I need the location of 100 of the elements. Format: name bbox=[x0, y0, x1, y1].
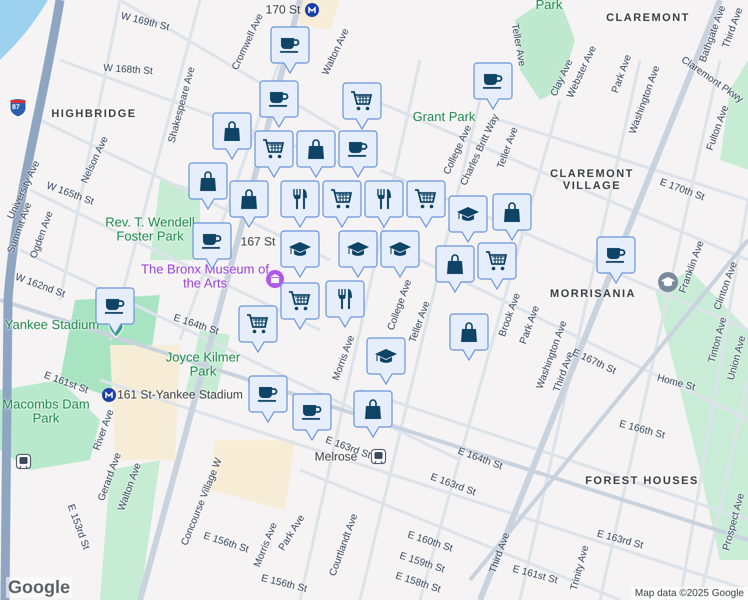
map-marker[interactable] bbox=[259, 80, 299, 128]
park-label: Rev. T. Wendell Foster Park bbox=[104, 216, 196, 244]
street-label: Third Ave bbox=[488, 531, 512, 575]
street-label: River Ave bbox=[92, 408, 116, 452]
graduation-cap-icon bbox=[289, 242, 311, 256]
graduation-cap-icon bbox=[347, 242, 369, 256]
map-marker[interactable] bbox=[435, 245, 475, 293]
station-label: 161 St-Yankee Stadium bbox=[117, 388, 243, 402]
map-marker[interactable] bbox=[338, 230, 378, 278]
park-label: Grant Park bbox=[412, 110, 476, 124]
map-marker[interactable] bbox=[492, 193, 532, 241]
street-label: E 164th St bbox=[456, 446, 504, 472]
fork-knife-icon bbox=[377, 188, 391, 209]
map-marker[interactable] bbox=[473, 62, 513, 110]
map-marker[interactable] bbox=[406, 180, 446, 228]
map-marker[interactable] bbox=[212, 112, 252, 160]
map-marker[interactable] bbox=[449, 313, 489, 361]
subway-icon bbox=[102, 388, 116, 402]
map-marker[interactable] bbox=[380, 230, 420, 278]
street-label: E 164th St bbox=[172, 312, 220, 338]
street-label: Morris Ave bbox=[330, 334, 358, 382]
coffee-cup-icon bbox=[202, 234, 222, 249]
graduation-cap-icon bbox=[375, 349, 397, 363]
map-marker[interactable] bbox=[477, 242, 517, 290]
google-logo[interactable]: Google bbox=[6, 577, 72, 598]
fork-knife-icon bbox=[293, 188, 307, 209]
map-marker[interactable] bbox=[342, 82, 382, 130]
park-label: Yankee Stadium bbox=[4, 318, 100, 332]
map-marker[interactable] bbox=[280, 180, 320, 228]
map-marker[interactable] bbox=[596, 236, 636, 284]
coffee-cup-icon bbox=[105, 299, 124, 314]
river-area bbox=[0, 0, 48, 60]
shopping-bag-icon bbox=[224, 121, 240, 141]
shopping-bag-icon bbox=[447, 254, 463, 274]
street-label: E 163rd St bbox=[596, 528, 644, 552]
map-marker[interactable] bbox=[238, 305, 278, 353]
street-label: Trinity Ave bbox=[568, 544, 592, 592]
street-label: W 169th St bbox=[120, 10, 170, 34]
train-icon bbox=[16, 454, 31, 469]
shopping-cart-icon bbox=[247, 314, 268, 334]
street-label: E 158th St bbox=[394, 570, 442, 596]
street-label: Clinton Ave bbox=[712, 260, 740, 312]
coffee-cup-icon bbox=[606, 248, 626, 263]
street-label: Home St bbox=[656, 372, 696, 394]
museum-label: The Bronx Museum of the Arts bbox=[140, 262, 270, 292]
map-marker[interactable] bbox=[254, 130, 294, 178]
map-marker[interactable] bbox=[270, 26, 310, 74]
street-label: Prospect Ave bbox=[721, 492, 747, 552]
shopping-cart-icon bbox=[331, 189, 352, 208]
map-marker[interactable] bbox=[280, 230, 320, 278]
street-label: E 156th St bbox=[260, 573, 308, 595]
shopping-cart-icon bbox=[486, 251, 508, 270]
shopping-cart-icon bbox=[415, 189, 436, 208]
subway-icon bbox=[305, 3, 319, 17]
shopping-bag-icon bbox=[504, 202, 520, 222]
shopping-bag-icon bbox=[308, 139, 324, 159]
station-label: 167 St bbox=[240, 235, 276, 249]
station-label: 170 St bbox=[266, 3, 300, 17]
map-marker[interactable] bbox=[338, 130, 378, 178]
map-marker[interactable] bbox=[364, 180, 404, 228]
neighborhood-label: CLAREMONT bbox=[606, 12, 690, 24]
shopping-cart-icon bbox=[263, 139, 284, 158]
park-label: Joyce Kilmer Park bbox=[164, 350, 242, 380]
shopping-bag-icon bbox=[365, 399, 381, 419]
graduation-cap-icon bbox=[457, 207, 479, 221]
shopping-cart-icon bbox=[351, 91, 372, 110]
street-label: E 163rd St bbox=[428, 472, 478, 498]
map-marker[interactable] bbox=[325, 280, 365, 328]
street-label: Ogden Ave bbox=[28, 210, 56, 260]
street-label: E 170th St bbox=[658, 176, 706, 204]
map-marker[interactable] bbox=[248, 375, 288, 423]
map-marker[interactable] bbox=[322, 180, 362, 228]
neighborhood-label: FOREST HOUSES bbox=[585, 474, 699, 488]
map-data-credit: Map data ©2025 Google bbox=[630, 587, 748, 600]
map-marker[interactable] bbox=[448, 195, 488, 243]
map-marker[interactable] bbox=[296, 130, 336, 178]
street-label: E 161st St bbox=[511, 564, 559, 586]
neighborhood-label: MORRISANIA bbox=[550, 288, 636, 300]
map-marker[interactable] bbox=[280, 282, 320, 330]
map-marker[interactable] bbox=[353, 390, 393, 438]
street-label: W 168th St bbox=[102, 62, 154, 78]
train-icon bbox=[371, 449, 386, 464]
street-label: Park Ave bbox=[610, 53, 634, 95]
map-marker[interactable] bbox=[366, 337, 406, 385]
street-label: Teller Ave bbox=[508, 22, 528, 68]
park-label: Macombs Dam Park bbox=[1, 398, 91, 426]
coffee-cup-icon bbox=[348, 142, 368, 157]
street-label: W 162nd St bbox=[14, 272, 66, 300]
coffee-cup-icon bbox=[258, 387, 278, 402]
school-icon bbox=[658, 272, 678, 292]
street-label: E 161st St bbox=[42, 370, 90, 396]
street-label: E 166th St bbox=[618, 418, 666, 442]
map-marker[interactable] bbox=[229, 180, 269, 228]
coffee-cup-icon bbox=[483, 74, 502, 89]
coffee-cup-icon bbox=[302, 405, 322, 420]
street-label: Teller Ave bbox=[495, 126, 521, 170]
shopping-cart-icon bbox=[289, 291, 310, 310]
coffee-cup-icon bbox=[269, 92, 288, 107]
shopping-bag-icon bbox=[200, 171, 216, 191]
map-marker[interactable] bbox=[188, 162, 228, 210]
